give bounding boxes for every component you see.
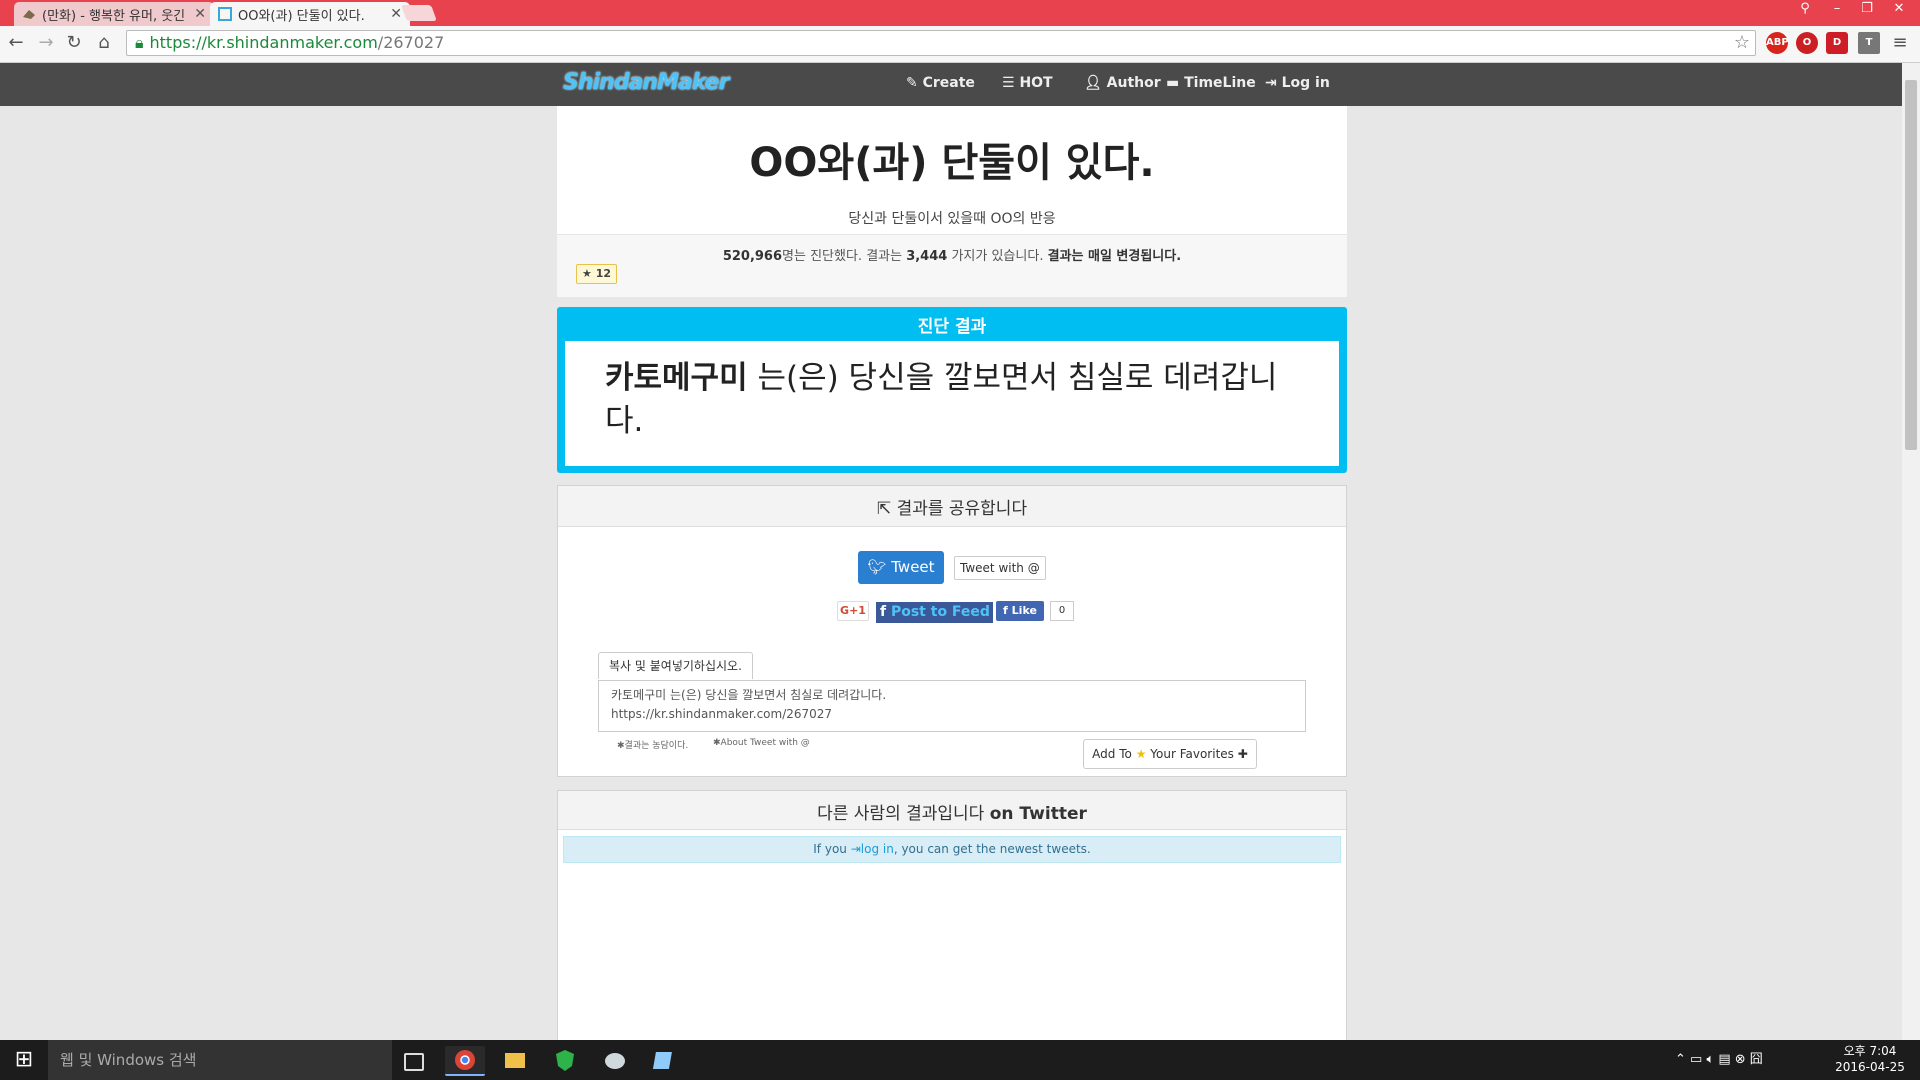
adblock-icon[interactable]: ABP bbox=[1766, 32, 1789, 54]
bookmark-star-icon[interactable]: ☆ bbox=[1730, 31, 1754, 55]
diagnosis-stats: 520,966명는 진단했다. 결과는 3,444 가지가 있습니다. 결과는 … bbox=[722, 249, 1182, 264]
twitter-bird-icon: 🐦︎ bbox=[867, 558, 892, 576]
taskbar-search[interactable]: 웹 및 Windows 검색 bbox=[48, 1040, 392, 1080]
login-icon: ⇥ bbox=[1265, 75, 1282, 91]
list-icon: ☰ bbox=[1002, 75, 1020, 91]
facebook-icon: f bbox=[1003, 604, 1012, 617]
forward-icon[interactable]: → bbox=[34, 31, 58, 55]
chrome-taskbar-icon[interactable] bbox=[445, 1046, 485, 1076]
copy-paste-tab[interactable]: 복사 및 붙여넣기하십시오. bbox=[598, 652, 753, 679]
login-icon: ⇥ bbox=[850, 842, 861, 856]
page-favicon-icon bbox=[22, 7, 36, 21]
share-icon: ⇱ bbox=[876, 499, 897, 519]
windows-start-icon[interactable]: ⊞ bbox=[0, 1040, 48, 1080]
result-header: 진단 결과 bbox=[917, 317, 987, 337]
edit-icon: ✎ bbox=[906, 75, 923, 91]
reload-icon[interactable]: ↻ bbox=[62, 31, 86, 55]
tab-humor[interactable]: (만화) - 행복한 유머, 웃긴 ✕ bbox=[14, 2, 214, 26]
notepad-app-icon[interactable] bbox=[645, 1046, 685, 1074]
page-subtitle: 당신과 단둘이서 있을때 OO의 반응 bbox=[848, 211, 1056, 227]
menu-icon[interactable]: ≡ bbox=[1888, 31, 1912, 55]
tweet-with-note[interactable]: ✱About Tweet with @ bbox=[713, 738, 810, 748]
restore-icon[interactable]: ❐ bbox=[1852, 0, 1882, 20]
back-icon[interactable]: ← bbox=[4, 31, 28, 55]
shindan-favicon-icon bbox=[218, 7, 232, 21]
system-tray[interactable]: ⌃ ▭ 🔈︎ ▤ ⊗ 囧 bbox=[1675, 1048, 1763, 1067]
lock-icon: 🔒︎ bbox=[135, 33, 144, 52]
login-link[interactable]: ⇥log in bbox=[851, 842, 894, 856]
translate-extension-icon[interactable]: T bbox=[1858, 32, 1880, 54]
add-favorites-button[interactable]: Add To ★ Your Favorites ✚ bbox=[1083, 739, 1257, 769]
minimize-icon[interactable]: – bbox=[1822, 0, 1852, 20]
tweet-with-button[interactable]: Tweet with @ bbox=[954, 556, 1046, 580]
facebook-like-button[interactable]: f Like bbox=[996, 601, 1044, 621]
facebook-icon: f bbox=[880, 604, 891, 620]
star-icon: ★ bbox=[1135, 747, 1147, 761]
comment-icon: ▬ bbox=[1166, 75, 1185, 91]
stats-band bbox=[557, 234, 1347, 297]
task-view-icon[interactable] bbox=[404, 1053, 424, 1071]
joke-note: ✱결과는 농담이다. bbox=[617, 741, 689, 751]
home-icon[interactable]: ⌂ bbox=[92, 31, 116, 55]
site-logo[interactable]: ShindanMaker bbox=[563, 70, 729, 95]
close-icon[interactable]: ✕ bbox=[390, 6, 402, 22]
share-panel bbox=[557, 485, 1347, 777]
address-bar[interactable]: 🔒︎ https://kr.shindanmaker.com/267027 bbox=[126, 30, 1756, 56]
favorite-count-badge[interactable]: ★ 12 bbox=[576, 264, 617, 284]
tab-shindan[interactable]: OO와(과) 단둘이 있다. ✕ bbox=[210, 2, 410, 26]
taskbar-clock[interactable]: 오후 7:04 2016-04-25 bbox=[1830, 1043, 1910, 1075]
tweet-button[interactable]: 🐦︎ Tweet bbox=[858, 551, 944, 584]
nav-create[interactable]: ✎ Create bbox=[906, 75, 975, 91]
new-tab-button[interactable] bbox=[401, 5, 437, 21]
nav-hot[interactable]: ☰ HOT bbox=[1002, 75, 1053, 91]
plus-icon: ✚ bbox=[1237, 747, 1248, 761]
share-textarea[interactable]: 카토메구미 는(은) 당신을 깔보면서 침실로 데려갑니다. https://k… bbox=[598, 680, 1306, 732]
opera-extension-icon[interactable]: O bbox=[1796, 32, 1818, 54]
nav-timeline[interactable]: ▬ TimeLine bbox=[1166, 75, 1256, 91]
video-extension-icon[interactable]: D bbox=[1826, 32, 1848, 54]
nav-login[interactable]: ⇥ Log in bbox=[1265, 75, 1330, 91]
security-shield-icon[interactable] bbox=[545, 1046, 585, 1074]
scrollbar-thumb[interactable] bbox=[1905, 80, 1917, 450]
result-text: 카토메구미 는(은) 당신을 깔보면서 침실로 데려갑니다. bbox=[605, 360, 1278, 439]
file-explorer-icon[interactable] bbox=[495, 1046, 535, 1074]
google-plus-button[interactable]: G+1 bbox=[837, 601, 869, 621]
twitter-title: 다른 사람의 결과입니다 on Twitter bbox=[817, 804, 1087, 824]
nav-author[interactable]: 👤︎ Author bbox=[1084, 75, 1161, 91]
user-icon: 👤︎ bbox=[1084, 75, 1107, 91]
like-count: 0 bbox=[1050, 601, 1074, 621]
profile-icon[interactable]: ⚲ bbox=[1790, 0, 1820, 20]
page-title: OO와(과) 단둘이 있다. bbox=[749, 140, 1155, 186]
share-title: ⇱ 결과를 공유합니다 bbox=[876, 499, 1028, 519]
close-icon[interactable]: ✕ bbox=[194, 6, 206, 22]
window-close-icon[interactable]: ✕ bbox=[1884, 0, 1914, 20]
paint-app-icon[interactable] bbox=[595, 1046, 635, 1074]
twitter-login-info: If you ⇥log in, you can get the newest t… bbox=[563, 836, 1341, 863]
facebook-post-feed-button[interactable]: f Post to Feed bbox=[876, 602, 993, 623]
